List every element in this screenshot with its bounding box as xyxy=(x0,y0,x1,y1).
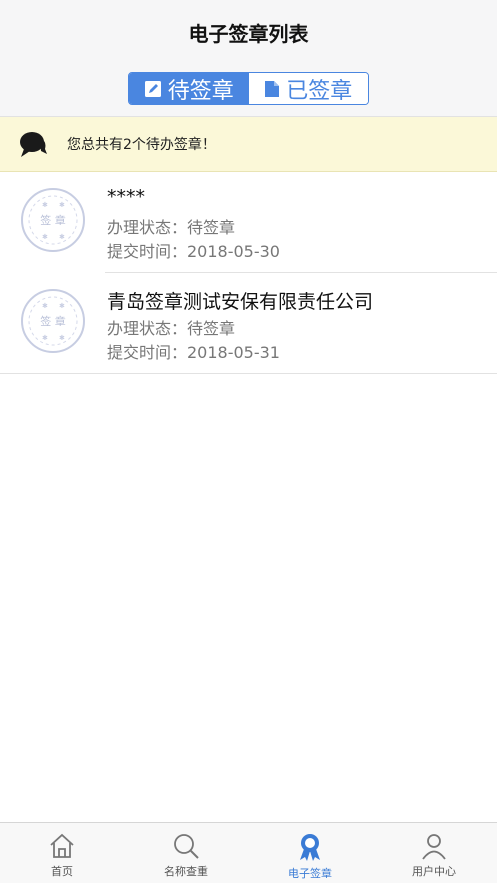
tab-pending[interactable]: 待签章 xyxy=(129,73,249,104)
row-divider xyxy=(0,373,497,374)
edit-icon xyxy=(144,80,161,97)
status-segmented-control: 待签章 已签章 xyxy=(128,72,369,105)
bottom-tab-bar: 首页 名称查重 电子签章 用户中心 xyxy=(0,822,497,883)
notice-text: 您总共有2个待办签章！ xyxy=(67,137,216,153)
svg-text:✱: ✱ xyxy=(42,201,48,209)
svg-text:✱: ✱ xyxy=(59,201,65,209)
svg-text:✱: ✱ xyxy=(42,302,48,310)
svg-text:✱: ✱ xyxy=(59,233,65,241)
list-item[interactable]: 签 章 ✱ ✱ ✱ ✱ 青岛签章测试安保有限责任公司 办理状态：待签章 提交时间：2… xyxy=(0,273,497,374)
item-submit-date: 提交时间：2018-05-31 xyxy=(107,343,280,362)
tab-name-check-label: 名称查重 xyxy=(164,865,208,878)
svg-text:✱: ✱ xyxy=(42,334,48,342)
tab-e-signature-label: 电子签章 xyxy=(288,867,332,880)
signature-list: 签 章 ✱ ✱ ✱ ✱ **** 办理状态：待签章 提交时间：2018-05-30 … xyxy=(0,172,497,374)
tab-user-center[interactable]: 用户中心 xyxy=(372,823,496,883)
document-icon xyxy=(265,80,280,97)
tab-e-signature[interactable]: 电子签章 xyxy=(248,823,372,883)
svg-text:✱: ✱ xyxy=(42,233,48,241)
svg-text:✱: ✱ xyxy=(59,334,65,342)
nav-header: 电子签章列表 待签章 已签章 xyxy=(0,0,497,117)
svg-text:签 章: 签 章 xyxy=(40,314,66,328)
item-submit-date: 提交时间：2018-05-30 xyxy=(107,242,280,261)
page-title: 电子签章列表 xyxy=(188,22,309,46)
pending-notice-banner: 您总共有2个待办签章！ xyxy=(0,117,497,172)
seal-stamp-icon: 签 章 ✱ ✱ ✱ ✱ xyxy=(21,289,85,353)
item-title: **** xyxy=(107,186,145,208)
svg-text:✱: ✱ xyxy=(59,302,65,310)
tab-pending-label: 待签章 xyxy=(167,78,234,104)
tab-signed[interactable]: 已签章 xyxy=(248,73,368,104)
home-icon xyxy=(50,833,74,858)
item-status: 办理状态：待签章 xyxy=(107,319,236,338)
tab-home-label: 首页 xyxy=(51,865,73,878)
tab-name-check[interactable]: 名称查重 xyxy=(124,823,248,883)
tab-signed-label: 已签章 xyxy=(286,78,353,104)
seal-stamp-icon: 签 章 ✱ ✱ ✱ ✱ xyxy=(21,188,85,252)
item-status: 办理状态：待签章 xyxy=(107,218,236,237)
search-icon xyxy=(174,834,199,859)
user-icon xyxy=(422,834,446,860)
svg-text:签 章: 签 章 xyxy=(40,213,66,227)
ribbon-badge-icon xyxy=(300,834,320,861)
item-title: 青岛签章测试安保有限责任公司 xyxy=(107,291,374,313)
tab-user-center-label: 用户中心 xyxy=(412,865,456,878)
tab-home[interactable]: 首页 xyxy=(0,823,124,883)
chat-bubble-icon xyxy=(20,132,47,157)
list-item[interactable]: 签 章 ✱ ✱ ✱ ✱ **** 办理状态：待签章 提交时间：2018-05-30 xyxy=(0,172,497,273)
